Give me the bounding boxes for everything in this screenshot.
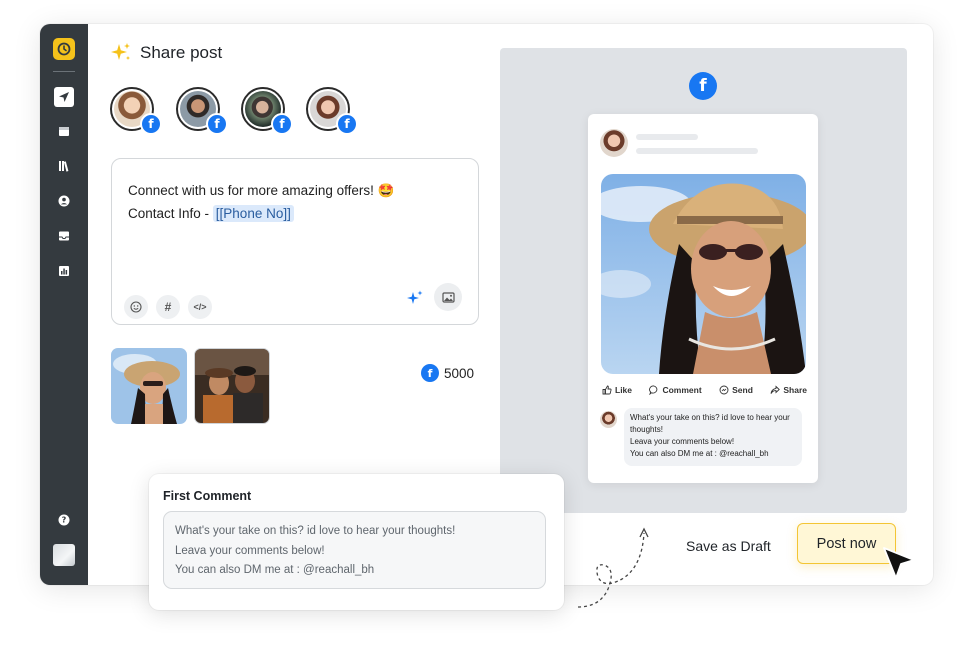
sidebar-item-analytics[interactable]	[54, 261, 74, 281]
facebook-icon: f	[421, 364, 439, 382]
messenger-icon	[719, 385, 729, 395]
account-avatar-1[interactable]: f	[110, 87, 162, 135]
code-button[interactable]: </>	[188, 295, 212, 319]
help-button[interactable]: ?	[54, 510, 74, 530]
first-comment-title: First Comment	[163, 489, 252, 503]
like-action[interactable]: Like	[602, 385, 632, 395]
image-icon	[441, 291, 455, 303]
likes-count: 5000	[444, 365, 475, 381]
sidebar-divider	[53, 71, 75, 72]
facebook-network-icon[interactable]: f	[689, 72, 717, 100]
comment-label: Comment	[662, 385, 702, 395]
media-thumbnail-1[interactable]	[111, 348, 187, 424]
sidebar-item-send[interactable]	[54, 87, 74, 107]
sidebar-item-inbox[interactable]	[54, 226, 74, 246]
like-label: Like	[615, 385, 633, 395]
comment-avatar	[600, 411, 617, 428]
facebook-badge-icon: f	[140, 113, 162, 135]
preview-avatar	[600, 129, 628, 157]
dashed-arrow-decoration	[577, 527, 649, 608]
first-comment-line: Leava your comments below!	[175, 544, 325, 557]
post-text-line-2: Contact Info - [[Phone No]]	[128, 205, 294, 222]
comment-line: What's your take on this? id love to hea…	[630, 413, 790, 434]
thumbs-up-icon	[602, 385, 612, 395]
user-circle-icon	[58, 195, 70, 207]
library-icon	[59, 161, 69, 172]
comment-line: Leava your comments below!	[630, 437, 735, 446]
post-composer[interactable]: Connect with us for more amazing offers!…	[111, 158, 479, 325]
post-preview-panel: f Like Comment Send Share What's your ta…	[500, 48, 907, 513]
clock-logo-icon	[57, 42, 71, 56]
app-logo[interactable]	[53, 38, 75, 60]
first-comment-card: First Comment What's your take on this? …	[149, 474, 564, 610]
inbox-icon	[59, 231, 69, 241]
sidebar: ?	[40, 24, 88, 585]
ai-sparkle-icon[interactable]	[406, 289, 424, 307]
page-title: Share post	[140, 43, 223, 62]
emoji-button[interactable]	[124, 295, 148, 319]
post-actions: Like Comment Send Share	[602, 385, 807, 395]
facebook-badge-icon: f	[336, 113, 358, 135]
sidebar-item-library[interactable]	[54, 156, 74, 176]
media-thumbnail-2[interactable]	[194, 348, 270, 424]
account-avatar-2[interactable]: f	[176, 87, 228, 135]
add-image-button[interactable]	[434, 283, 462, 311]
facebook-badge-icon: f	[271, 113, 293, 135]
contact-info-label: Contact Info -	[128, 206, 213, 221]
calendar-icon	[59, 127, 69, 136]
cursor-icon	[883, 547, 915, 579]
comment-action[interactable]: Comment	[649, 385, 702, 395]
share-icon	[770, 385, 781, 394]
comment-icon	[649, 385, 658, 395]
hashtag-icon: #	[164, 300, 172, 314]
save-as-draft-button[interactable]: Save as Draft	[686, 538, 771, 554]
account-avatar-3[interactable]: f	[241, 87, 293, 135]
account-avatar-4[interactable]: f	[306, 87, 358, 135]
header: Share post	[110, 42, 222, 64]
user-avatar[interactable]	[53, 544, 75, 566]
first-comment-line: You can also DM me at : @reachall_bh	[175, 564, 375, 576]
first-comment-line: What's your take on this? id love to hea…	[175, 525, 456, 537]
send-label: Send	[732, 385, 753, 395]
facebook-post-preview: Like Comment Send Share What's your take…	[588, 114, 818, 483]
comment-bubble: What's your take on this? id love to hea…	[624, 408, 802, 466]
skeleton-line	[636, 148, 758, 154]
share-action[interactable]: Share	[770, 385, 807, 395]
post-text-line-1: Connect with us for more amazing offers!…	[128, 183, 395, 198]
send-action[interactable]: Send	[719, 385, 753, 395]
share-label: Share	[783, 385, 807, 395]
facebook-reach-count: f 5000	[421, 364, 474, 382]
preview-photo	[601, 174, 806, 374]
emoji-icon	[130, 301, 142, 313]
help-icon: ?	[58, 514, 70, 526]
comment-line: You can also DM me at : @reachall_bh	[630, 449, 769, 458]
phone-variable-chip[interactable]: [[Phone No]]	[212, 205, 294, 222]
sparkle-icon	[111, 43, 130, 60]
skeleton-line	[636, 134, 698, 140]
friends-car-photo	[195, 349, 269, 423]
code-icon: </>	[193, 302, 207, 312]
woman-hat-photo	[111, 348, 187, 424]
sidebar-item-calendar[interactable]	[54, 121, 74, 141]
first-comment-input[interactable]: What's your take on this? id love to hea…	[163, 511, 546, 589]
svg-text:?: ?	[62, 516, 67, 525]
analytics-icon	[59, 266, 69, 276]
sidebar-item-account[interactable]	[54, 191, 74, 211]
facebook-badge-icon: f	[206, 113, 228, 135]
hashtag-button[interactable]: #	[156, 295, 180, 319]
send-icon	[59, 92, 69, 102]
